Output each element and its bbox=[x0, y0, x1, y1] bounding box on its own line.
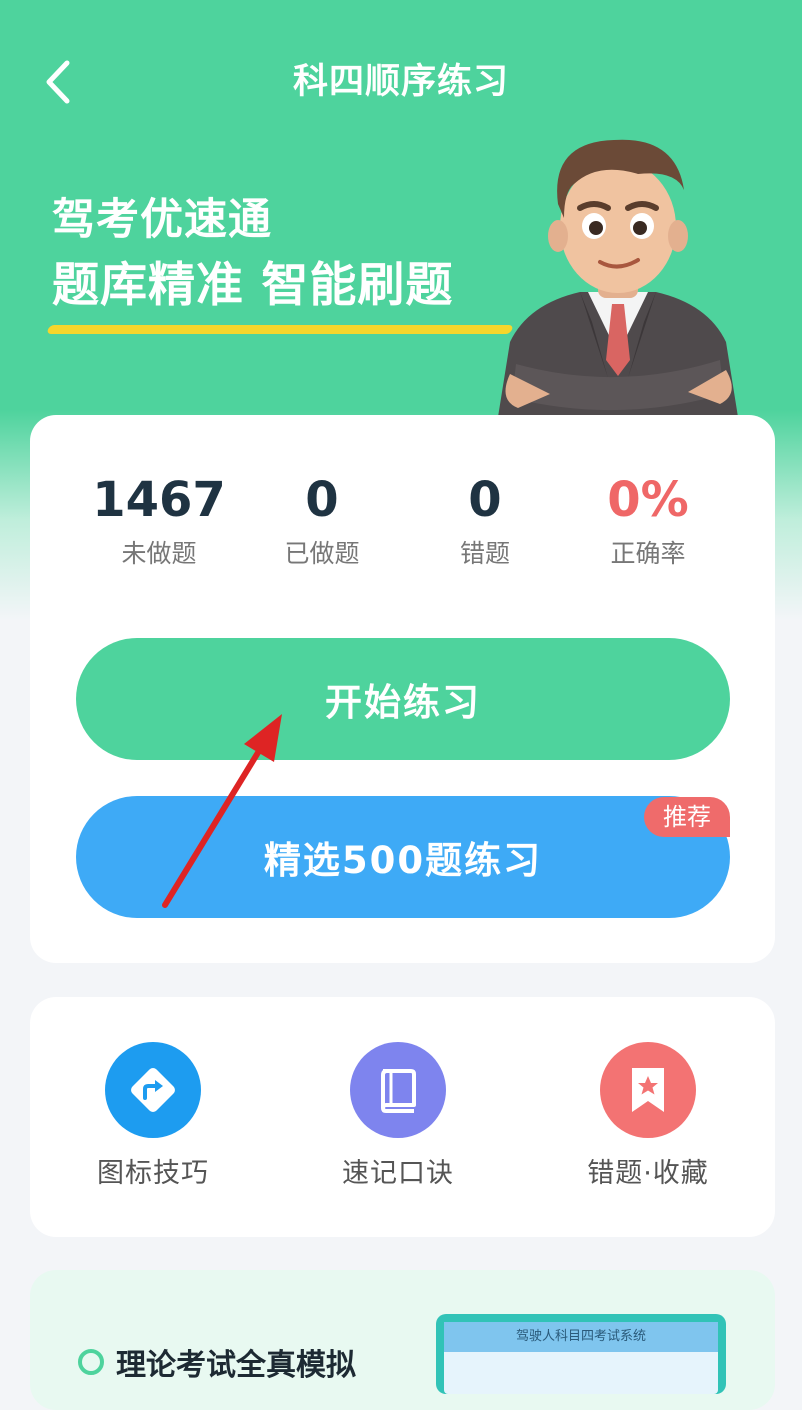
stat-label: 正确率 bbox=[610, 539, 686, 568]
thumbnail-screen: 驾驶人科目四考试系统 bbox=[444, 1322, 718, 1394]
select-500-practice-button[interactable]: 精选500题练习 bbox=[76, 796, 730, 918]
stat-done: 0 已做题 bbox=[232, 470, 412, 572]
stats-row: 1467 未做题 0 已做题 0 错题 0% 正确率 bbox=[0, 470, 802, 580]
stat-value: 0% bbox=[607, 472, 689, 528]
tool-wrong-favorites[interactable]: 错题·收藏 bbox=[548, 1042, 748, 1194]
stat-value: 1467 bbox=[92, 472, 226, 528]
tool-label: 速记口诀 bbox=[342, 1158, 454, 1189]
book-icon bbox=[381, 1069, 416, 1113]
stat-label: 已做题 bbox=[284, 539, 360, 568]
stat-wrong: 0 错题 bbox=[395, 470, 575, 572]
stat-accuracy: 0% 正确率 bbox=[558, 470, 738, 572]
tool-label: 图标技巧 bbox=[97, 1158, 209, 1189]
slogan-line-2: 题库精准 智能刷题 bbox=[52, 258, 454, 313]
start-practice-button[interactable]: 开始练习 bbox=[76, 638, 730, 760]
circle-icon bbox=[78, 1349, 104, 1375]
tool-icon-circle bbox=[350, 1042, 446, 1138]
tool-mnemonics[interactable]: 速记口诀 bbox=[298, 1042, 498, 1194]
tool-label: 错题·收藏 bbox=[587, 1158, 709, 1189]
stat-label: 错题 bbox=[459, 539, 510, 568]
stat-undone: 1467 未做题 bbox=[69, 470, 249, 572]
bookmark-star-icon bbox=[632, 1068, 664, 1112]
slogan-underline bbox=[46, 325, 514, 334]
recommend-badge: 推荐 bbox=[644, 797, 730, 837]
slogan-line-1: 驾考优速通 bbox=[52, 195, 272, 245]
stat-label: 未做题 bbox=[121, 539, 197, 568]
road-sign-icon bbox=[131, 1068, 175, 1112]
mock-exam-thumbnail: 驾驶人科目四考试系统 bbox=[436, 1314, 726, 1394]
stat-value: 0 bbox=[305, 472, 339, 528]
mock-exam-title-text: 理论考试全真模拟 bbox=[116, 1348, 356, 1383]
stat-value: 0 bbox=[468, 472, 502, 528]
tool-icon-circle bbox=[600, 1042, 696, 1138]
mascot-illustration bbox=[498, 139, 738, 417]
tool-sign-tips[interactable]: 图标技巧 bbox=[53, 1042, 253, 1194]
mock-exam-title: 理论考试全真模拟 bbox=[78, 1340, 356, 1384]
banner-slogan: 驾考优速通 题库精准 智能刷题 bbox=[52, 192, 453, 318]
tool-icon-circle bbox=[105, 1042, 201, 1138]
thumbnail-title: 驾驶人科目四考试系统 bbox=[444, 1322, 718, 1352]
page-title: 科四顺序练习 bbox=[292, 62, 509, 102]
